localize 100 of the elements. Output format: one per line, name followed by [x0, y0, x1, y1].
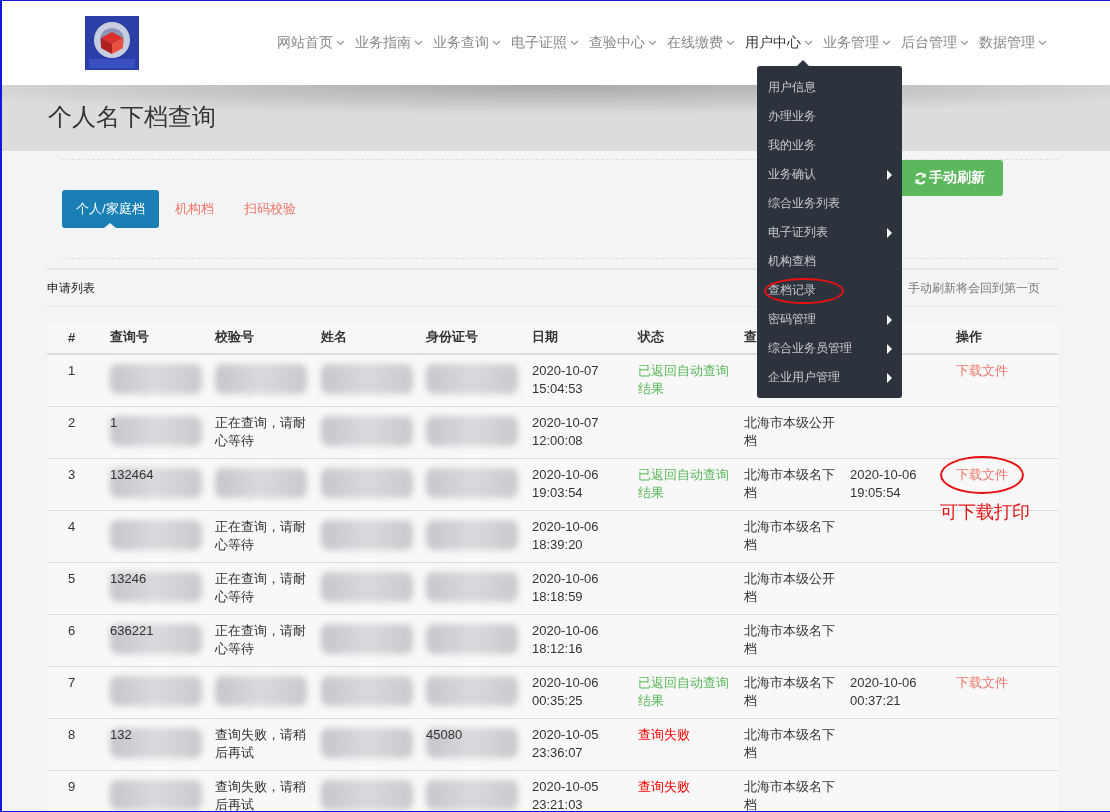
menu-item[interactable]: 企业用户管理	[757, 363, 902, 392]
chevron-down-icon	[726, 40, 735, 46]
table-cell: 1	[110, 415, 118, 430]
chevron-down-icon	[882, 40, 891, 46]
table-cell: 4	[68, 519, 76, 534]
table-cell: 2020-10-06 18:18:59	[532, 571, 599, 604]
chevron-down-icon	[492, 40, 501, 46]
nav-item[interactable]: 业务查询	[428, 34, 506, 52]
tab[interactable]: 扫码校验	[229, 190, 310, 228]
table-cell: 132464	[110, 467, 154, 482]
table-cell: 2020-10-06 00:37:21	[850, 675, 917, 708]
table-cell: 2020-10-06 00:35:25	[532, 675, 599, 708]
submenu-arrow-icon	[887, 227, 892, 238]
menu-item[interactable]: 密码管理	[757, 305, 902, 334]
chevron-down-icon	[336, 40, 345, 46]
nav-item[interactable]: 网站首页	[272, 34, 350, 52]
menu-item[interactable]: 办理业务	[757, 102, 902, 131]
table-cell: 北海市本级名下档	[744, 675, 835, 708]
table-cell: 北海市本级名下档	[744, 779, 835, 811]
chevron-down-icon	[414, 40, 423, 46]
table-cell: 北海市本级名下档	[744, 467, 835, 500]
table-cell: 2020-10-06 18:12:16	[532, 623, 599, 656]
table-cell: 2020-10-06 18:39:20	[532, 519, 599, 552]
chevron-down-icon	[960, 40, 969, 46]
table-cell: 正在查询，请耐心等待	[215, 623, 306, 656]
status-text: 已返回自动查询结果	[638, 467, 729, 500]
refresh-note: 手动刷新将会回到第一页	[908, 279, 1040, 297]
status-text: 查询失败	[638, 779, 690, 794]
table-cell: 2020-10-05 23:21:03	[532, 779, 599, 811]
table-cell: 8	[68, 727, 76, 742]
table-cell: 正在查询，请耐心等待	[215, 415, 306, 448]
column-header: 状态	[638, 329, 664, 344]
download-link[interactable]: 下载文件	[956, 674, 1008, 692]
table-cell: 2020-10-05 23:36:07	[532, 727, 599, 760]
tab[interactable]: 个人/家庭档	[62, 190, 159, 228]
menu-item[interactable]: 电子证列表	[757, 218, 902, 247]
chevron-down-icon	[804, 40, 813, 46]
annotation-text: 可下载打印	[940, 503, 1030, 521]
column-header: #	[68, 329, 76, 345]
table-cell: 2020-10-06 19:03:54	[532, 467, 599, 500]
nav-item[interactable]: 数据管理	[974, 34, 1052, 52]
nav-item[interactable]: 在线缴费	[662, 34, 740, 52]
table-cell: 2020-10-06 19:05:54	[850, 467, 917, 500]
column-header: 操作	[956, 329, 982, 344]
submenu-arrow-icon	[887, 169, 892, 180]
table-cell: 北海市本级名下档	[744, 623, 835, 656]
table-cell: 正在查询，请耐心等待	[215, 571, 306, 604]
chevron-down-icon	[648, 40, 657, 46]
chevron-down-icon	[1038, 40, 1047, 46]
table-cell: 北海市本级名下档	[744, 519, 835, 552]
logo-icon	[85, 16, 139, 70]
column-header: 身份证号	[426, 329, 478, 344]
table-cell: 查询失败，请稍后再试	[215, 779, 306, 811]
refresh-icon	[914, 171, 927, 185]
submenu-arrow-icon	[887, 343, 892, 354]
table-cell: 636221	[110, 623, 154, 638]
submenu-arrow-icon	[887, 372, 892, 383]
menu-item[interactable]: 我的业务	[757, 131, 902, 160]
table-cell: 2020-10-07 12:00:08	[532, 415, 599, 448]
nav-item[interactable]: 后台管理	[896, 34, 974, 52]
status-text: 已返回自动查询结果	[638, 675, 729, 708]
menu-item[interactable]: 综合业务员管理	[757, 334, 902, 363]
chevron-down-icon	[570, 40, 579, 46]
table-cell: 北海市本级公开档	[744, 571, 835, 604]
list-title: 申请列表	[47, 279, 95, 297]
column-header: 姓名	[321, 329, 347, 344]
submenu-arrow-icon	[887, 314, 892, 325]
table-cell: 2020-10-07 15:04:53	[532, 363, 599, 396]
nav-item[interactable]: 业务管理	[818, 34, 896, 52]
table-cell: 1	[68, 363, 76, 378]
table-cell: 正在查询，请耐心等待	[215, 519, 306, 552]
column-header: 查询号	[110, 329, 149, 344]
column-header: 校验号	[215, 329, 254, 344]
nav-item[interactable]: 用户中心	[740, 34, 818, 52]
download-link[interactable]: 下载文件	[940, 456, 1024, 494]
table-cell: 13246	[110, 571, 147, 586]
status-text: 已返回自动查询结果	[638, 363, 729, 396]
table-cell: 查询失败，请稍后再试	[215, 727, 306, 760]
menu-item[interactable]: 机构查档	[757, 247, 902, 276]
table-cell: 45080	[426, 727, 463, 742]
table-cell: 北海市本级公开档	[744, 415, 835, 448]
menu-item[interactable]: 查档记录	[757, 276, 902, 305]
table-cell: 5	[68, 571, 76, 586]
table-cell: 北海市本级名下档	[744, 727, 835, 760]
table-cell: 7	[68, 675, 76, 690]
nav-item[interactable]: 电子证照	[506, 34, 584, 52]
tab[interactable]: 机构档	[160, 190, 228, 228]
page-title: 个人名下档查询	[48, 102, 216, 132]
download-link[interactable]: 下载文件	[956, 362, 1008, 380]
table-cell: 9	[68, 779, 76, 794]
column-header: 日期	[532, 329, 558, 344]
status-text: 查询失败	[638, 727, 690, 742]
nav-item[interactable]: 查验中心	[584, 34, 662, 52]
nav-item[interactable]: 业务指南	[350, 34, 428, 52]
column-header: 查	[744, 329, 757, 344]
table-cell: 6	[68, 623, 76, 638]
menu-item[interactable]: 用户信息	[757, 73, 902, 102]
table-cell: 3	[68, 467, 76, 482]
table-cell: 2	[68, 415, 76, 430]
table-cell: 132	[110, 727, 132, 742]
